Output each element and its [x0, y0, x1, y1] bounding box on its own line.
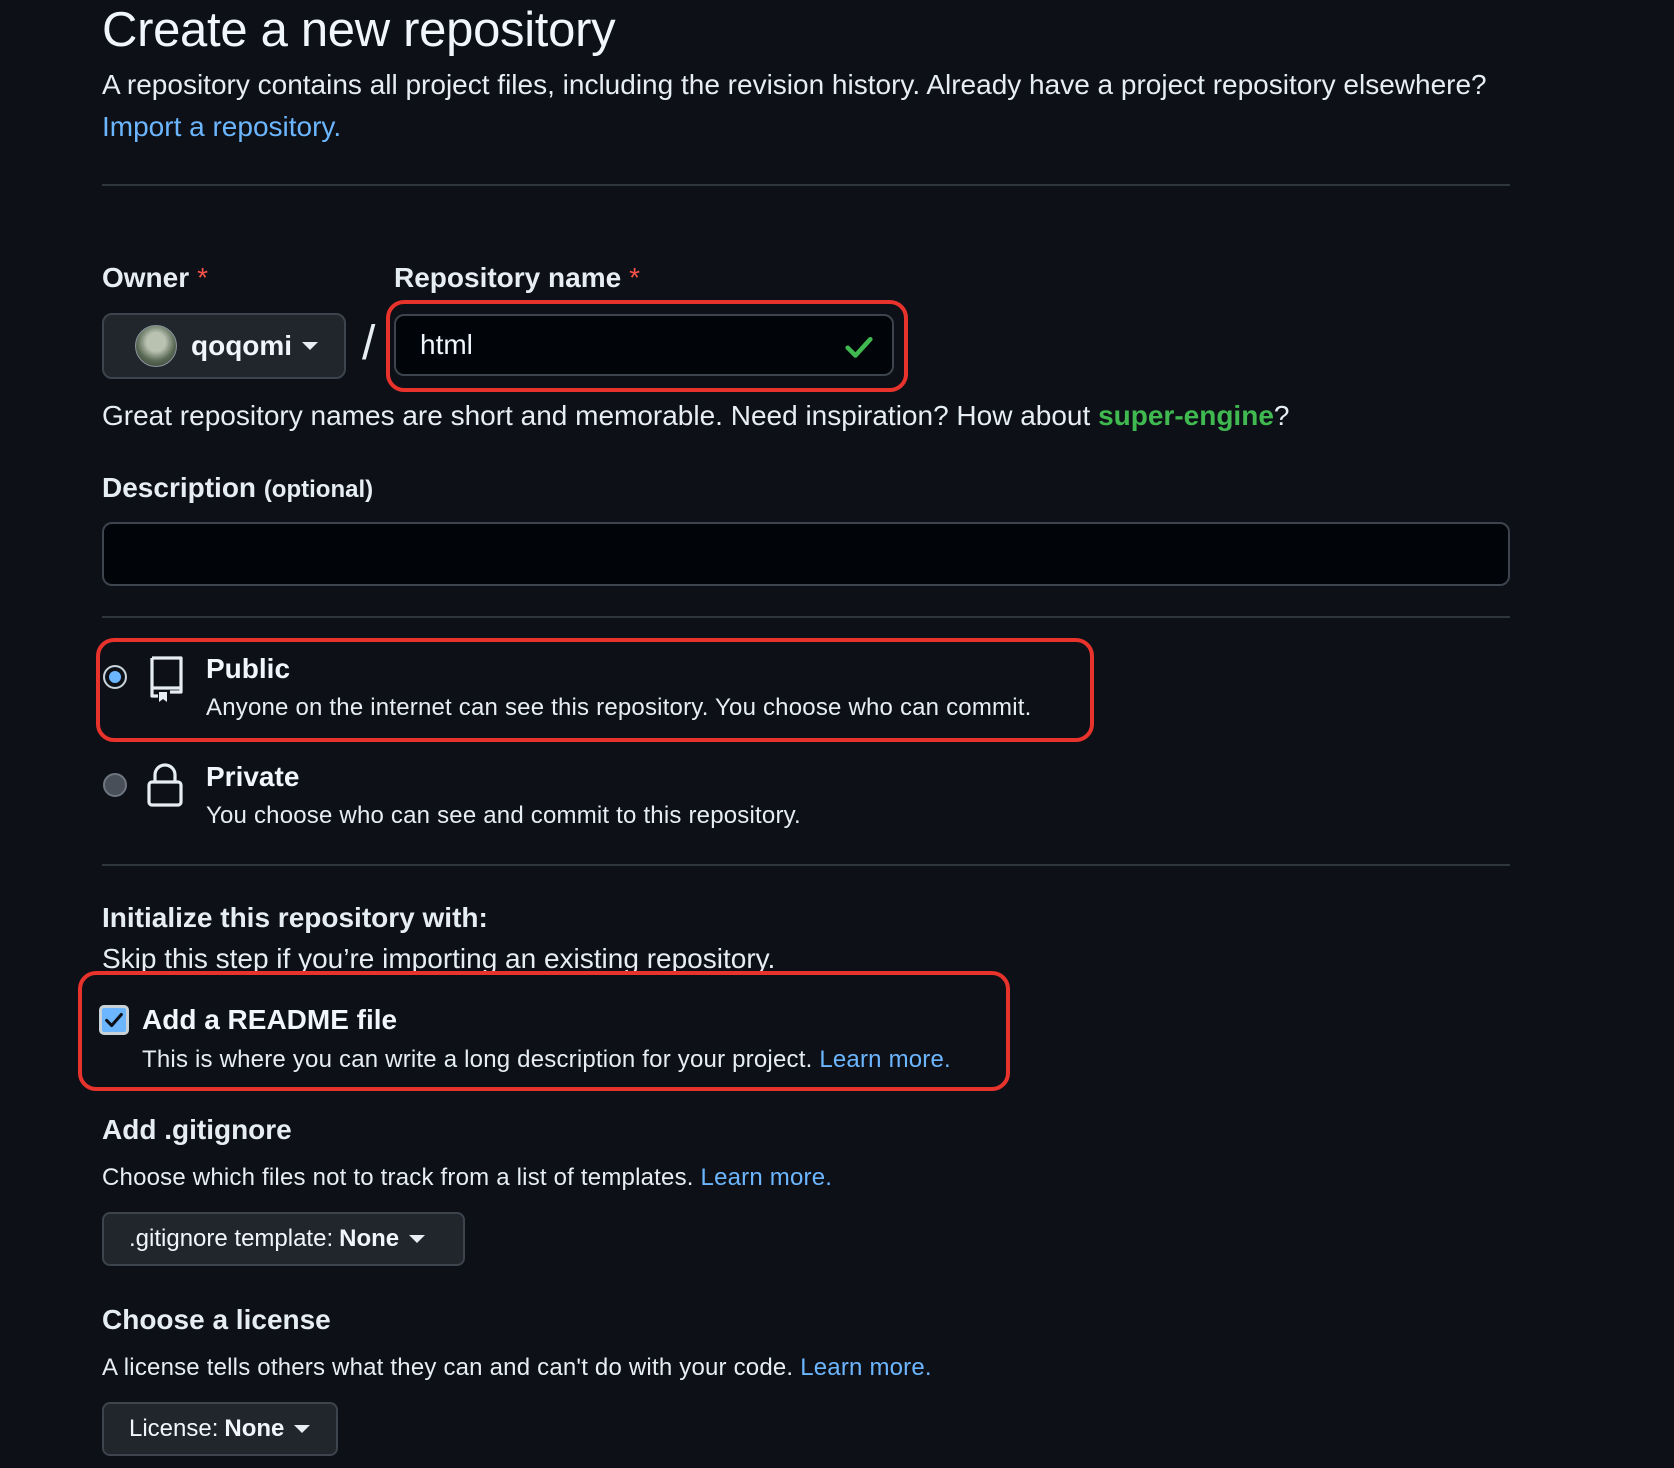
name-hint: Great repository names are short and mem… [102, 400, 1290, 431]
readme-learn-more-link[interactable]: Learn more. [819, 1046, 951, 1073]
gitignore-heading: Add .gitignore [102, 1114, 292, 1145]
check-icon [842, 330, 876, 371]
public-description: Anyone on the internet can see this repo… [206, 694, 1032, 721]
chevron-down-icon [294, 1425, 311, 1433]
init-heading: Initialize this repository with: [102, 902, 488, 933]
readme-label[interactable]: Add a README file [142, 1004, 397, 1036]
license-learn-more-link[interactable]: Learn more. [800, 1354, 932, 1381]
repo-icon [146, 654, 186, 709]
license-description: A license tells others what they can and… [102, 1354, 932, 1381]
repo-name-value: html [420, 329, 473, 360]
private-description: You choose who can see and commit to thi… [206, 802, 801, 829]
divider [102, 184, 1510, 186]
owner-repo-separator: / [362, 317, 376, 370]
description-label: Description (optional) [102, 472, 374, 503]
owner-label: Owner * [102, 262, 209, 293]
check-icon [105, 1012, 123, 1028]
gitignore-template-select[interactable]: .gitignore template: None [102, 1212, 465, 1266]
import-repository-link[interactable]: Import a repository. [102, 111, 341, 142]
public-title: Public [206, 653, 291, 684]
license-select[interactable]: License: None [102, 1402, 338, 1456]
required-mark: * [197, 262, 209, 293]
gitignore-description: Choose which files not to track from a l… [102, 1164, 833, 1191]
intro-text: A repository contains all project files,… [102, 69, 1487, 100]
init-subtext: Skip this step if you’re importing an ex… [102, 943, 776, 974]
name-suggestion-link[interactable]: super-engine [1098, 400, 1274, 431]
gitignore-learn-more-link[interactable]: Learn more. [701, 1164, 833, 1191]
required-mark: * [629, 262, 641, 293]
license-heading: Choose a license [102, 1304, 331, 1335]
avatar [135, 325, 177, 367]
private-title: Private [206, 761, 300, 792]
divider [102, 864, 1510, 866]
private-radio[interactable] [103, 773, 127, 797]
optional-tag: (optional) [263, 476, 374, 503]
chevron-down-icon [302, 342, 319, 350]
public-radio[interactable] [103, 665, 127, 689]
owner-dropdown[interactable]: qoqomi [102, 313, 346, 379]
description-input[interactable] [102, 522, 1510, 586]
page-title: Create a new repository [102, 3, 616, 57]
readme-description: This is where you can write a long descr… [142, 1046, 951, 1073]
repo-name-input[interactable]: html [394, 314, 894, 376]
owner-name: qoqomi [191, 330, 293, 361]
divider [102, 616, 1510, 618]
repo-name-label: Repository name * [394, 262, 641, 293]
page-intro: A repository contains all project files,… [102, 64, 1502, 148]
readme-checkbox[interactable] [99, 1005, 129, 1035]
chevron-down-icon [409, 1235, 426, 1243]
lock-icon [145, 762, 185, 813]
